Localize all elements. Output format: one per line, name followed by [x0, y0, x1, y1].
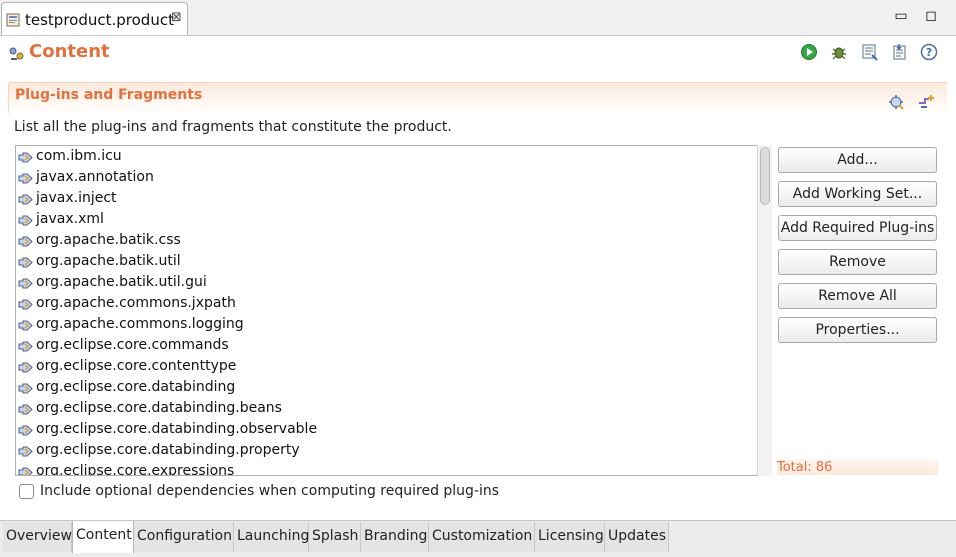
plugin-name: javax.annotation	[36, 169, 154, 185]
plugin-name: com.ibm.icu	[36, 148, 122, 164]
debug-icon[interactable]	[830, 43, 848, 61]
plugin-list-item[interactable]: javax.annotation	[18, 168, 753, 189]
add-feature-icon[interactable]	[917, 93, 935, 111]
plugin-icon	[18, 425, 33, 436]
plugin-name: javax.inject	[36, 190, 117, 206]
plugin-list-item[interactable]: javax.inject	[18, 189, 753, 210]
optional-dependencies-checkbox[interactable]	[19, 484, 34, 499]
plugin-list-scrollbar[interactable]	[757, 145, 772, 476]
sync-icon[interactable]	[861, 43, 879, 61]
plugin-list-item[interactable]: org.apache.batik.css	[18, 231, 753, 252]
plugin-icon	[18, 194, 33, 205]
plugin-name: org.eclipse.core.databinding.observable	[36, 421, 318, 437]
plugin-icon	[18, 278, 33, 289]
plugin-name: org.eclipse.core.databinding.beans	[36, 400, 282, 416]
plugin-list-item[interactable]: org.eclipse.core.databinding.beans	[18, 399, 753, 420]
product-file-icon	[6, 13, 20, 27]
plugin-list[interactable]: com.ibm.icu javax.annotation javax.inject j…	[15, 145, 772, 476]
plugin-icon	[18, 173, 33, 184]
plugin-icon	[18, 404, 33, 415]
plugin-icon	[18, 320, 33, 331]
export-icon[interactable]	[891, 43, 909, 61]
run-icon[interactable]	[800, 43, 818, 61]
plugin-icon	[18, 299, 33, 310]
plugin-icon	[18, 362, 33, 373]
plugin-icon	[18, 257, 33, 268]
plugin-list-item[interactable]: org.apache.batik.util.gui	[18, 273, 753, 294]
plugin-name: org.eclipse.core.contenttype	[36, 358, 237, 374]
plugin-icon	[18, 152, 33, 163]
plugin-name: org.apache.commons.jxpath	[36, 295, 236, 311]
plugin-list-item[interactable]: org.eclipse.core.databinding	[18, 378, 753, 399]
remove-all-button[interactable]: Remove All	[778, 283, 937, 309]
total-count: Total: 86	[777, 459, 938, 475]
plugin-name: org.eclipse.core.databinding	[36, 379, 236, 395]
properties-button[interactable]: Properties...	[778, 317, 937, 343]
plugin-list-item[interactable]: org.eclipse.core.databinding.observable	[18, 420, 753, 441]
tab-overview[interactable]: Overview	[3, 522, 72, 552]
plugin-list-item[interactable]: org.eclipse.core.contenttype	[18, 357, 753, 378]
plugin-list-item[interactable]: org.apache.commons.logging	[18, 315, 753, 336]
scrollbar-thumb[interactable]	[760, 147, 770, 205]
svg-text:?: ?	[926, 46, 932, 59]
plugin-name: org.eclipse.core.expressions	[36, 463, 235, 476]
plugin-name: org.apache.commons.logging	[36, 316, 244, 332]
section-header: Plug-ins and Fragments	[8, 82, 947, 113]
plugin-list-item[interactable]: org.eclipse.core.commands	[18, 336, 753, 357]
remove-button[interactable]: Remove	[778, 249, 937, 275]
editor-page-tabs: Overview Content Configuration Launching Spl…	[0, 520, 956, 557]
plugin-list-item[interactable]: javax.xml	[18, 210, 753, 231]
tab-customization[interactable]: Customization	[429, 522, 535, 552]
close-tab-icon[interactable]: ⊠	[171, 10, 182, 25]
tab-configuration[interactable]: Configuration	[134, 522, 234, 552]
plugin-icon	[18, 341, 33, 352]
tab-splash[interactable]: Splash	[309, 522, 361, 552]
sort-plugins-icon[interactable]	[887, 93, 905, 111]
tab-content[interactable]: Content	[72, 521, 134, 553]
plugin-icon	[18, 236, 33, 247]
total-count-label: Total: 86	[777, 460, 833, 475]
plugin-name: org.eclipse.core.databinding.property	[36, 442, 300, 458]
page-title: Content	[29, 41, 110, 62]
plugin-name: org.apache.batik.util.gui	[36, 274, 207, 290]
editor-tab-strip: testproduct.product ⊠ ▭ ◻	[0, 0, 956, 36]
plugin-list-item[interactable]: org.eclipse.core.expressions	[18, 462, 753, 476]
help-icon[interactable]: ?	[920, 43, 938, 61]
tab-updates[interactable]: Updates	[605, 522, 669, 552]
plugin-name: org.apache.batik.util	[36, 253, 181, 269]
tab-branding[interactable]: Branding	[361, 522, 429, 552]
plugin-icon	[18, 446, 33, 457]
section-description: List all the plug-ins and fragments that…	[14, 119, 452, 135]
add-working-set-button[interactable]: Add Working Set...	[778, 181, 937, 207]
plugins-icon	[9, 47, 24, 60]
plugin-list-item[interactable]: org.apache.commons.jxpath	[18, 294, 753, 315]
plugin-list-item[interactable]: org.eclipse.core.databinding.property	[18, 441, 753, 462]
tab-launching[interactable]: Launching	[234, 522, 309, 552]
plugin-list-item[interactable]: com.ibm.icu	[18, 147, 753, 168]
add-button[interactable]: Add...	[778, 147, 937, 173]
tab-licensing[interactable]: Licensing	[535, 522, 605, 552]
maximize-icon[interactable]: ◻	[923, 8, 939, 24]
optional-dependencies-label: Include optional dependencies when compu…	[40, 483, 500, 499]
plugin-name: javax.xml	[36, 211, 104, 227]
plugin-icon	[18, 467, 33, 475]
minimize-icon[interactable]: ▭	[893, 8, 909, 24]
plugin-icon	[18, 383, 33, 394]
plugin-icon	[18, 215, 33, 226]
plugin-name: org.eclipse.core.commands	[36, 337, 229, 353]
section-title: Plug-ins and Fragments	[15, 87, 203, 103]
editor-tab[interactable]: testproduct.product ⊠	[1, 2, 188, 35]
plugin-name: org.apache.batik.css	[36, 232, 181, 248]
add-required-plugins-button[interactable]: Add Required Plug-ins	[778, 215, 937, 241]
plugin-list-item[interactable]: org.apache.batik.util	[18, 252, 753, 273]
editor-tab-title: testproduct.product	[25, 11, 174, 29]
